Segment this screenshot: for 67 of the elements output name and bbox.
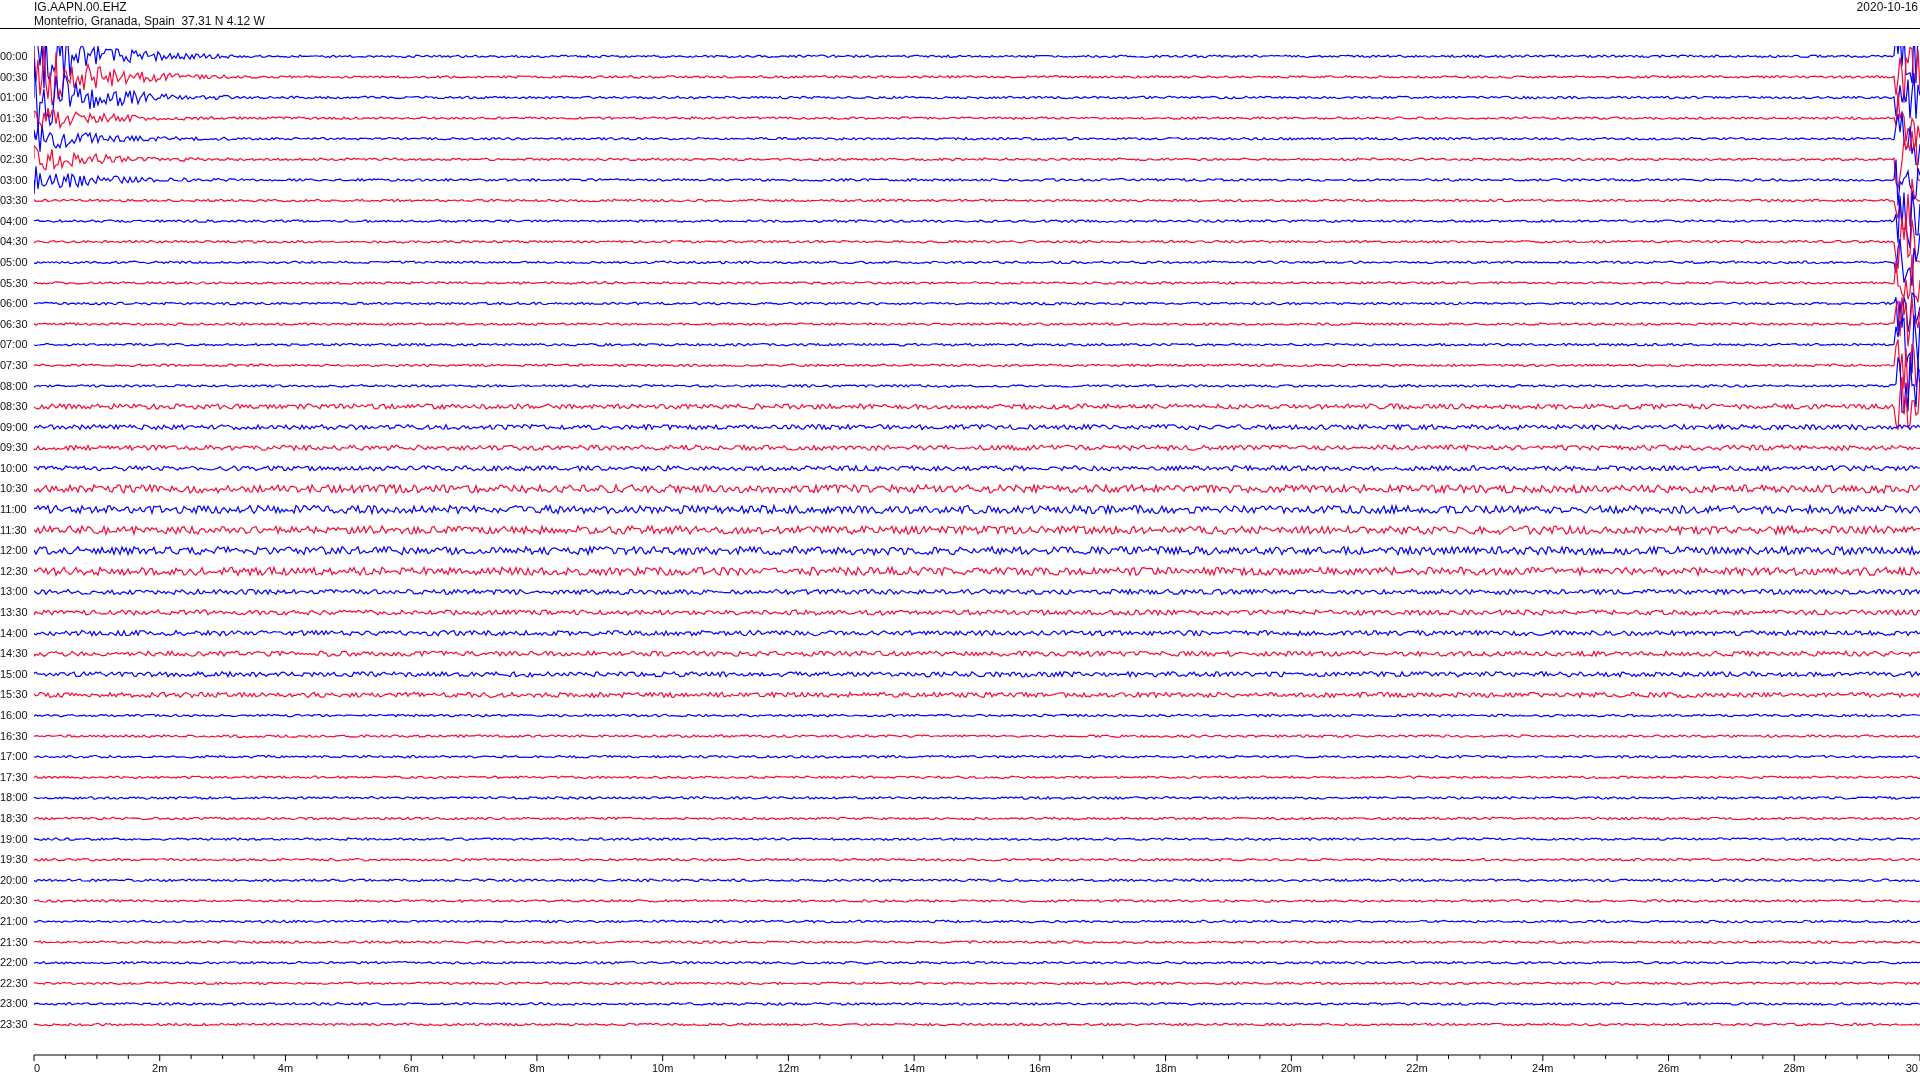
time-label: 14:30 (0, 646, 29, 662)
time-label: 03:30 (0, 193, 29, 209)
time-label: 11:30 (0, 522, 28, 538)
time-label: 14:00 (0, 625, 29, 641)
time-label: 21:00 (0, 913, 29, 929)
time-label: 11:00 (0, 502, 28, 518)
time-label: 16:30 (0, 728, 29, 744)
axis-tick-label: 12m (777, 1061, 800, 1074)
time-label: 20:00 (0, 872, 29, 888)
time-label: 09:00 (0, 419, 29, 435)
axis-tick-label: 22m (1406, 1061, 1428, 1074)
axis-tick-label: 8m (529, 1061, 545, 1074)
station-location: Montefrio, Granada, Spain 37.31 N 4.12 W (34, 14, 265, 28)
time-label: 17:00 (0, 749, 29, 765)
axis-tick-label: 30 (1905, 1061, 1918, 1074)
time-label: 18:00 (0, 790, 29, 806)
time-label: 09:30 (0, 440, 29, 456)
axis-tick-label: 4m (277, 1061, 294, 1074)
station-code: IG.AAPN.00.EHZ (34, 0, 128, 14)
time-label: 16:00 (0, 708, 29, 723)
time-label: 03:00 (0, 172, 29, 188)
axis-tick-label: 16m (1029, 1061, 1051, 1074)
time-label: 08:00 (0, 378, 29, 394)
time-label: 12:00 (0, 543, 29, 559)
time-label: 00:00 (0, 49, 29, 64)
axis-tick-label: 10m (651, 1061, 674, 1074)
time-label: 12:30 (0, 563, 29, 579)
time-label: 06:30 (0, 316, 29, 332)
time-label: 23:30 (0, 1016, 29, 1032)
axis-tick-label: 2m (152, 1061, 168, 1074)
time-label: 17:30 (0, 769, 29, 785)
record-date: 2020-10-16 (1856, 0, 1918, 16)
time-label: 22:00 (0, 955, 29, 971)
time-label: 07:30 (0, 357, 29, 373)
axis-tick-label: 0 (34, 1061, 41, 1074)
time-label: 18:30 (0, 810, 29, 826)
axis-tick-label: 28m (1783, 1061, 1805, 1074)
time-label: 10:00 (0, 460, 29, 476)
time-label: 07:00 (0, 337, 29, 353)
time-label: 10:30 (0, 481, 29, 497)
time-label: 02:00 (0, 131, 29, 147)
time-label: 02:30 (0, 151, 29, 167)
time-label: 20:30 (0, 893, 29, 909)
time-label: 04:00 (0, 213, 29, 229)
time-label: 21:30 (0, 934, 29, 950)
time-label: 13:30 (0, 605, 29, 621)
time-label: 06:00 (0, 296, 29, 312)
time-label: 22:30 (0, 975, 29, 991)
time-label: 15:00 (0, 666, 29, 682)
axis-tick-label: 26m (1657, 1061, 1680, 1074)
time-label: 19:00 (0, 831, 29, 847)
time-label: 05:00 (0, 254, 29, 270)
axis-tick-label: 14m (903, 1061, 925, 1074)
time-label: 15:30 (0, 687, 29, 703)
time-label: 08:30 (0, 399, 29, 415)
time-label: 04:30 (0, 234, 29, 250)
axis-tick-label: 6m (403, 1061, 419, 1074)
time-label: 13:00 (0, 584, 29, 600)
axis-tick-label: 18m (1154, 1061, 1177, 1074)
time-label: 19:30 (0, 852, 29, 868)
time-label: 23:00 (0, 996, 29, 1012)
axis-tick-label: 20m (1280, 1061, 1303, 1074)
time-label: 01:30 (0, 110, 29, 126)
time-label: 05:30 (0, 275, 29, 291)
axis-tick-label: 24m (1532, 1061, 1554, 1074)
time-label: 00:30 (0, 69, 29, 85)
time-label: 01:00 (0, 90, 29, 106)
